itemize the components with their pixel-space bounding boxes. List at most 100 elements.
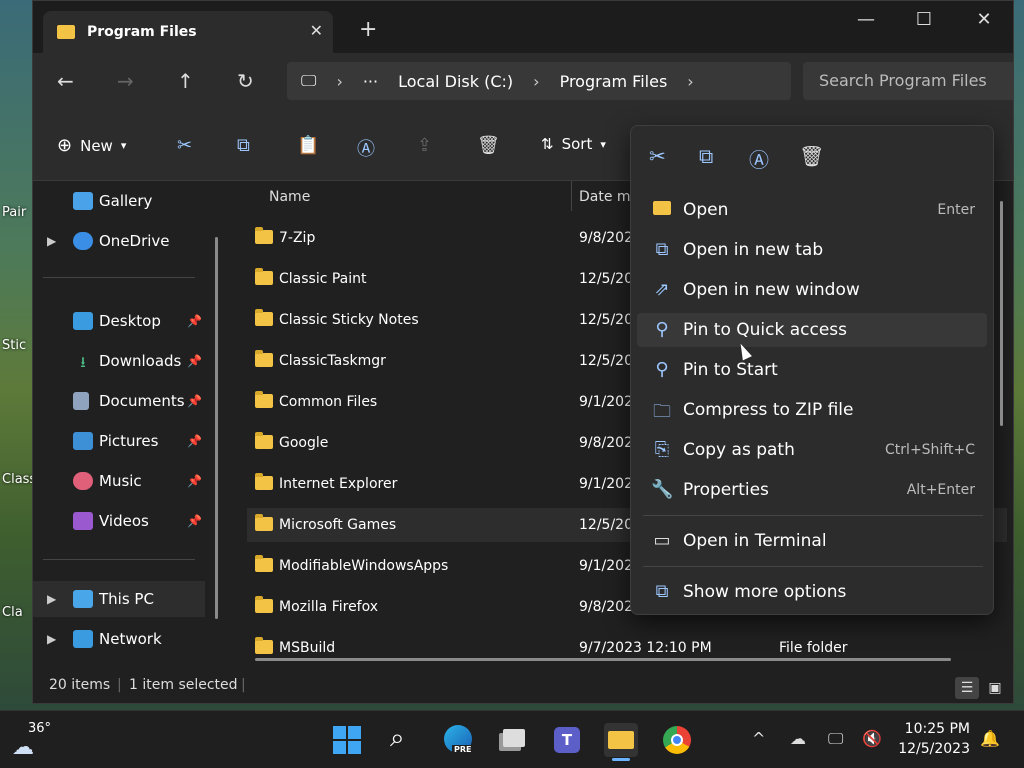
minimize-button[interactable]: — [851, 9, 881, 30]
sidebar-item-label: Desktop [99, 312, 161, 330]
display-icon[interactable]: 🖵 [828, 729, 843, 749]
menu-item-properties[interactable]: 🔧 Properties Alt+Enter [637, 473, 987, 507]
menu-item-label: Show more options [683, 582, 847, 602]
sidebar-item-desktop[interactable]: Desktop 📌 [33, 303, 213, 339]
menu-item-compress-zip[interactable]: 🗀 Compress to ZIP file [637, 393, 987, 427]
sidebar-item-pictures[interactable]: Pictures 📌 [33, 423, 213, 459]
desktop-icon-label: Class [2, 472, 32, 487]
breadcrumb-program-files[interactable]: Program Files [560, 72, 668, 91]
pin-icon[interactable]: 📌 [187, 314, 202, 328]
sort-button[interactable]: ⇅ Sort ▾ [541, 135, 606, 153]
rename-icon[interactable]: Ⓐ [749, 144, 769, 173]
chevron-down-icon: ▾ [600, 137, 606, 151]
horizontal-scrollbar[interactable] [255, 658, 951, 661]
chevron-right-icon[interactable]: ▶ [47, 632, 56, 646]
sidebar-item-gallery[interactable]: Gallery [33, 183, 213, 219]
pin-icon[interactable]: 📌 [187, 354, 202, 368]
search-button[interactable]: ⌕ [386, 723, 420, 757]
weather-widget[interactable]: ☁ 36° [12, 721, 72, 761]
weather-temperature: 36° [28, 721, 52, 736]
start-button[interactable] [330, 723, 364, 757]
back-button[interactable]: ← [57, 69, 74, 93]
document-icon [73, 392, 89, 410]
weather-cloud-icon: ☁ [12, 735, 34, 760]
teams-button[interactable]: T [550, 723, 584, 757]
chevron-right-icon[interactable]: › [687, 72, 693, 91]
folder-icon [608, 731, 634, 749]
sidebar-item-documents[interactable]: Documents 📌 [33, 383, 213, 419]
menu-item-pin-quick-access[interactable]: ⚲ Pin to Quick access [637, 313, 987, 347]
chevron-right-icon[interactable]: › [336, 72, 342, 91]
sidebar-item-music[interactable]: Music 📌 [33, 463, 213, 499]
chevron-right-icon[interactable]: ▶ [47, 592, 56, 606]
menu-item-show-more-options[interactable]: ⧉ Show more options [637, 575, 987, 609]
column-separator[interactable] [571, 181, 572, 211]
chevron-up-icon[interactable]: ^ [752, 729, 765, 748]
search-input[interactable]: Search Program Files [803, 62, 1013, 100]
column-header-name[interactable]: Name [269, 181, 310, 215]
sidebar-item-downloads[interactable]: ⭳ Downloads 📌 [33, 343, 213, 379]
address-bar[interactable]: 🖵 › ··· Local Disk (C:) › Program Files … [287, 62, 791, 100]
sidebar-item-network[interactable]: ▶ Network [33, 621, 213, 657]
refresh-button[interactable]: ↻ [237, 69, 254, 93]
desktop-icon-classic[interactable]: Class [2, 472, 32, 487]
delete-icon[interactable]: 🗑 [477, 135, 500, 156]
share-icon[interactable]: ⇪ [417, 135, 432, 156]
rename-icon[interactable]: Ⓐ [357, 135, 375, 161]
sidebar-item-this-pc[interactable]: ▶ This PC [33, 581, 205, 617]
pin-icon[interactable]: 📌 [187, 394, 202, 408]
close-window-button[interactable]: ✕ [969, 9, 999, 30]
new-tab-button[interactable]: + [359, 19, 377, 41]
new-button[interactable]: ⊕ New ▾ [57, 135, 126, 156]
chevron-right-icon[interactable]: › [533, 72, 539, 91]
desktop-icon-cla[interactable]: Cla [2, 605, 32, 620]
chrome-button[interactable] [660, 723, 694, 757]
sidebar-item-onedrive[interactable]: ▶ OneDrive [33, 223, 213, 259]
cut-icon[interactable]: ✂ [649, 144, 666, 168]
menu-item-open[interactable]: Open Enter [637, 193, 987, 227]
context-menu: ✂ ⧉ Ⓐ 🗑 Open Enter ⧉ Open in new tab ⇗ O… [630, 125, 1003, 615]
pin-icon[interactable]: 📌 [187, 434, 202, 448]
up-button[interactable]: ↑ [177, 69, 194, 93]
tab-title: Program Files [87, 24, 197, 40]
maximize-button[interactable]: ☐ [909, 9, 939, 30]
download-icon: ⭳ [80, 353, 86, 371]
forward-button[interactable]: → [117, 69, 134, 93]
volume-muted-icon[interactable]: 🔇 [862, 729, 882, 748]
breadcrumb-local-disk[interactable]: Local Disk (C:) [398, 72, 513, 91]
task-view-button[interactable] [498, 723, 532, 757]
file-explorer-taskbar-button[interactable] [604, 723, 638, 761]
cut-icon[interactable]: ✂ [177, 135, 192, 156]
notification-bell-icon[interactable]: 🔔 [980, 729, 1000, 748]
menu-item-label: Compress to ZIP file [683, 400, 854, 420]
edge-beta-button[interactable]: PRE [442, 723, 476, 757]
sidebar-item-videos[interactable]: Videos 📌 [33, 503, 213, 539]
desktop-icon-label: Pair [2, 205, 27, 220]
copy-icon[interactable]: ⧉ [237, 135, 250, 156]
chevron-right-icon[interactable]: ▶ [47, 234, 56, 248]
menu-item-pin-start[interactable]: ⚲ Pin to Start [637, 353, 987, 387]
sidebar-scrollbar[interactable] [215, 237, 218, 619]
context-menu-scrollbar[interactable] [1000, 201, 1003, 426]
close-tab-icon[interactable]: ✕ [310, 21, 323, 40]
pin-icon[interactable]: 📌 [187, 514, 202, 528]
desktop-icon-paint[interactable]: Pair [2, 205, 32, 220]
gallery-icon [73, 192, 93, 210]
menu-item-open-terminal[interactable]: ▭ Open in Terminal [637, 524, 987, 558]
file-date: 9/1/202 [579, 558, 633, 574]
desktop-icon-sticky[interactable]: Stic [2, 338, 32, 353]
onedrive-icon[interactable]: ☁ [790, 729, 806, 748]
menu-item-open-new-tab[interactable]: ⧉ Open in new tab [637, 233, 987, 267]
tiles-view-button[interactable]: ▣ [983, 677, 1007, 699]
menu-item-copy-path[interactable]: ⎘ Copy as path Ctrl+Shift+C [637, 433, 987, 467]
clock[interactable]: 10:25 PM 12/5/2023 [896, 719, 970, 759]
delete-icon[interactable]: 🗑 [799, 144, 824, 168]
overflow-icon[interactable]: ··· [363, 72, 378, 91]
pin-icon[interactable]: 📌 [187, 474, 202, 488]
paste-icon[interactable]: 📋 [297, 135, 319, 156]
tab-program-files[interactable]: Program Files ✕ [43, 11, 333, 53]
details-view-button[interactable]: ☰ [955, 677, 979, 699]
menu-item-open-new-window[interactable]: ⇗ Open in new window [637, 273, 987, 307]
copy-icon[interactable]: ⧉ [699, 144, 713, 168]
sidebar-item-label: OneDrive [99, 232, 170, 250]
